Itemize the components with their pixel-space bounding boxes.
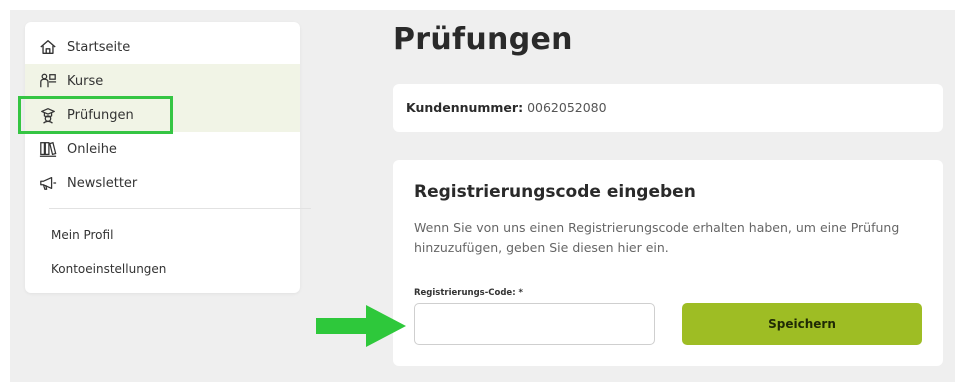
megaphone-icon	[37, 172, 59, 194]
registration-code-label: Registrierungs-Code: *	[414, 288, 523, 298]
customer-number-label: Kundennummer:	[406, 100, 524, 115]
sidebar-link-kontoeinstellungen[interactable]: Kontoeinstellungen	[51, 262, 166, 276]
sidebar-item-kurse[interactable]: Kurse	[25, 64, 300, 98]
sidebar-item-label: Kurse	[67, 73, 104, 89]
sidebar-link-mein-profil[interactable]: Mein Profil	[51, 228, 113, 242]
registration-card: Registrierungscode eingeben Wenn Sie von…	[393, 160, 943, 366]
kurse-icon	[37, 70, 59, 92]
sidebar-item-startseite[interactable]: Startseite	[25, 30, 300, 64]
page-title: Prüfungen	[393, 22, 573, 57]
registration-code-input[interactable]	[414, 303, 655, 345]
save-button[interactable]: Speichern	[682, 303, 922, 345]
sidebar: Startseite Kurse Prüfungen Onleihe Newsl…	[25, 22, 311, 293]
sidebar-item-label: Startseite	[67, 39, 131, 55]
home-icon	[37, 36, 59, 58]
pointer-arrow-icon	[316, 305, 406, 347]
sidebar-item-newsletter[interactable]: Newsletter	[25, 166, 300, 200]
registration-heading: Registrierungscode eingeben	[414, 182, 696, 202]
customer-number: Kundennummer: 0062052080	[406, 100, 607, 115]
books-icon	[37, 138, 59, 160]
sidebar-item-label: Onleihe	[67, 141, 117, 157]
active-item-highlight	[18, 96, 173, 134]
registration-description: Wenn Sie von uns einen Registrierungscod…	[414, 220, 900, 255]
sidebar-item-onleihe[interactable]: Onleihe	[25, 132, 300, 166]
sidebar-divider	[49, 208, 311, 209]
customer-number-value: 0062052080	[527, 100, 607, 115]
customer-number-card: Kundennummer: 0062052080	[393, 84, 943, 132]
sidebar-item-label: Newsletter	[67, 175, 138, 191]
